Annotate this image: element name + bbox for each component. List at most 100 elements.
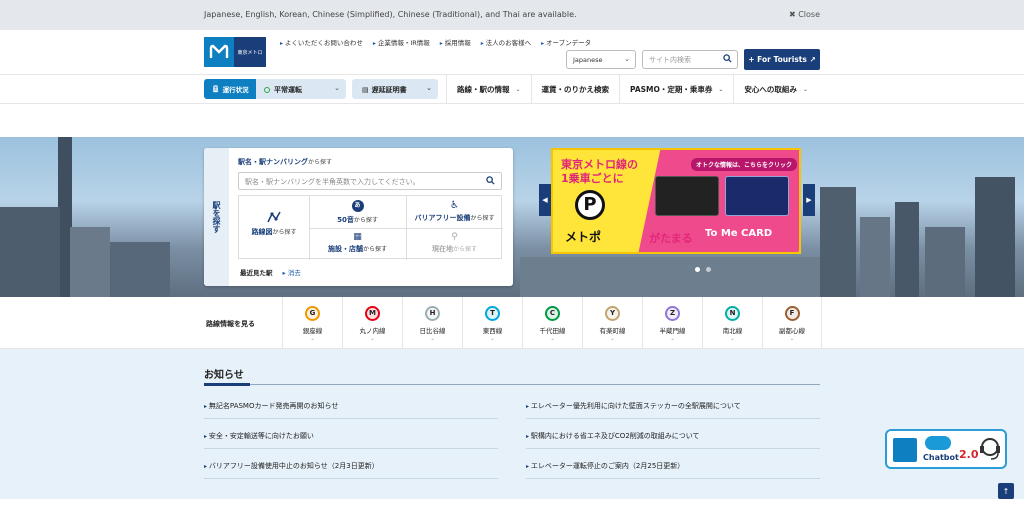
notice-item[interactable]: 無記名PASMOカード発売再開のお知らせ (204, 389, 498, 419)
card-image-2 (725, 176, 789, 216)
language-select-value: Japanese (573, 56, 603, 64)
util-link-corporate[interactable]: 企業情報・IR情報 (373, 37, 430, 47)
line-badge-icon: T (485, 306, 500, 321)
metopo-banner[interactable]: 東京メトロ線の 1乗車ごとに P メトポ がたまる オトクな情報は、こちらをクリッ… (551, 148, 801, 254)
metro-mark-icon (893, 438, 917, 462)
line-badge-icon: C (545, 306, 560, 321)
route-map-icon (267, 211, 281, 223)
operation-status-label: 🚆︎ 運行状況 (204, 79, 256, 99)
wheelchair-icon: ♿︎ (450, 200, 459, 211)
search-by-kana[interactable]: あ 50音から探す (309, 200, 406, 225)
chatbot-button[interactable]: Chatbot 2.0 (885, 429, 1007, 469)
notice-item[interactable]: エレベーター運転停止のご案内（2月25日更新） (526, 449, 820, 479)
station-search-input[interactable]: 駅名・駅ナンバリングを半角英数で入力してください。 (238, 172, 502, 190)
line-item[interactable]: Y 有楽町線 ⌄ (582, 297, 642, 349)
banner-gatamaru-text: がたまる (649, 232, 693, 245)
search-icon[interactable] (723, 54, 732, 63)
delay-certificate-label: 遅延証明書 (371, 86, 407, 94)
lines-label: 路線情報を見る (206, 320, 255, 328)
notice-divider (204, 383, 820, 386)
banner-metopo-text: メトポ (565, 230, 602, 244)
station-search-options: 路線図から探す あ 50音から探す ♿︎ バリアフリー設備から探す ▦ 施設・店… (238, 195, 503, 260)
search-icon[interactable] (486, 176, 495, 185)
line-item[interactable]: M 丸ノ内線 ⌄ (342, 297, 402, 349)
chatbot-label: Chatbot (923, 453, 959, 462)
line-item[interactable]: H 日比谷線 ⌄ (402, 297, 462, 349)
station-search-tab[interactable]: 駅を探す (204, 148, 229, 286)
points-p-icon: P (575, 190, 605, 220)
chevron-down-icon: ⌄ (310, 336, 315, 342)
chevron-down-icon: ⌄ (610, 336, 615, 342)
search-by-barrier-free[interactable]: ♿︎ バリアフリー設備から探す (406, 200, 503, 223)
promo-carousel: ◀ 東京メトロ線の 1乗車ごとに P メトポ がたまる オトクな情報は、こちらをク… (539, 148, 815, 254)
search-by-route-map[interactable]: 路線図から探す (239, 210, 309, 237)
line-item[interactable]: N 南北線 ⌄ (702, 297, 762, 349)
station-search-panel: 駅を探す 駅名・駅ナンバリングから探す 駅名・駅ナンバリングを半角英数で入力して… (204, 148, 513, 286)
logo-text: 東京メトロ (234, 37, 266, 67)
chevron-down-icon: ⌄ (670, 336, 675, 342)
notice-item[interactable]: バリアフリー設備使用中止のお知らせ（2月3日更新） (204, 449, 498, 479)
close-notice-button[interactable]: ✖ Close (789, 10, 820, 19)
line-badge-icon: M (365, 306, 380, 321)
nav-item-pasmo[interactable]: PASMO・定期・乗車券 ⌄ (619, 74, 733, 104)
line-badge-icon: H (425, 306, 440, 321)
location-pin-icon: ⚲ (451, 232, 458, 242)
carousel-dot[interactable] (695, 267, 700, 272)
search-by-current-location[interactable]: ⚲ 現在地から探す (406, 232, 503, 254)
site-search-placeholder: サイト内検索 (649, 56, 691, 64)
line-item[interactable]: C 千代田線 ⌄ (522, 297, 582, 349)
notice-item[interactable]: 安全・安定輸送等に向けたお願い (204, 419, 498, 449)
chevron-down-icon: ⌄ (802, 85, 808, 93)
clear-recent-link[interactable]: ▸ 消去 (283, 269, 301, 277)
back-to-top-button[interactable]: ↑ (998, 483, 1014, 499)
nav-item-safety[interactable]: 安心への取組み ⌄ (733, 74, 818, 104)
for-tourists-button[interactable]: + For Tourists ↗ (744, 49, 820, 70)
document-icon: ▤ (362, 86, 369, 94)
nav-menu: 路線・駅の情報 ⌄ 運賃・のりかえ検索 PASMO・定期・乗車券 ⌄ 安心への取組み… (446, 74, 818, 104)
line-name: 副都心線 (779, 327, 805, 335)
carousel-next-button[interactable]: ▶ (803, 184, 815, 216)
search-by-facilities[interactable]: ▦ 施設・店舗から探す (309, 232, 406, 254)
site-search-input[interactable]: サイト内検索 (642, 50, 738, 69)
line-name: 南北線 (722, 327, 743, 335)
line-item[interactable]: Z 半蔵門線 ⌄ (642, 297, 702, 349)
headset-icon (980, 438, 1000, 460)
line-name: 日比谷線 (419, 327, 446, 335)
chevron-down-icon: ⌄ (430, 336, 435, 342)
notice-title: お知らせ (204, 370, 244, 381)
notice-section (0, 349, 1024, 499)
carousel-dot[interactable] (706, 267, 711, 272)
banner-card-name: To Me CARD (705, 228, 773, 239)
line-name: 丸ノ内線 (359, 327, 386, 335)
line-badge-icon: G (305, 306, 320, 321)
carousel-dots (695, 267, 711, 272)
carousel-prev-button[interactable]: ◀ (539, 184, 551, 216)
line-badge-icon: N (725, 306, 740, 321)
util-link-business[interactable]: 法人のお客様へ (481, 37, 532, 47)
line-item[interactable]: G 銀座線 ⌄ (282, 297, 342, 349)
line-name: 千代田線 (539, 327, 566, 335)
operation-status[interactable]: 🚆︎ 運行状況 平常運転 ⌄ (204, 79, 346, 99)
chevron-down-icon: ⌄ (730, 336, 735, 342)
line-item[interactable]: T 東西線 ⌄ (462, 297, 522, 349)
line-item[interactable]: F 副都心線 ⌄ (762, 297, 822, 349)
util-link-faq[interactable]: よくいただくお問い合わせ (280, 37, 363, 47)
language-select[interactable]: Japanese ⌄ (566, 50, 636, 69)
chatbot-version: 2.0 (959, 448, 979, 461)
station-search-placeholder: 駅名・駅ナンバリングを半角英数で入力してください。 (245, 178, 420, 186)
nav-item-fare-search[interactable]: 運賃・のりかえ検索 (530, 74, 620, 104)
notice-item[interactable]: 駅構内における省エネ及びCO2削減の取組みについて (526, 419, 820, 449)
language-notice-bar: Japanese, English, Korean, Chinese (Simp… (0, 0, 1024, 30)
notice-item[interactable]: エレベーター優先利用に向けた壁面ステッカーの全駅展開について (526, 389, 820, 419)
delay-certificate-button[interactable]: ▤ 遅延証明書 ⌄ (352, 79, 438, 99)
util-link-recruit[interactable]: 採用情報 (440, 37, 471, 47)
tokyo-metro-logo[interactable]: 東京メトロ (204, 37, 266, 67)
util-link-opendata[interactable]: オープンデータ (541, 37, 591, 47)
line-badge-icon: F (784, 306, 800, 321)
chevron-down-icon: ⌄ (550, 336, 555, 342)
chevron-down-icon: ⌄ (789, 336, 795, 342)
chevron-down-icon: ⌄ (515, 85, 521, 93)
chevron-down-icon: ⌄ (426, 84, 432, 92)
nav-item-lines-stations[interactable]: 路線・駅の情報 ⌄ (446, 74, 531, 104)
language-notice-text: Japanese, English, Korean, Chinese (Simp… (204, 10, 577, 19)
